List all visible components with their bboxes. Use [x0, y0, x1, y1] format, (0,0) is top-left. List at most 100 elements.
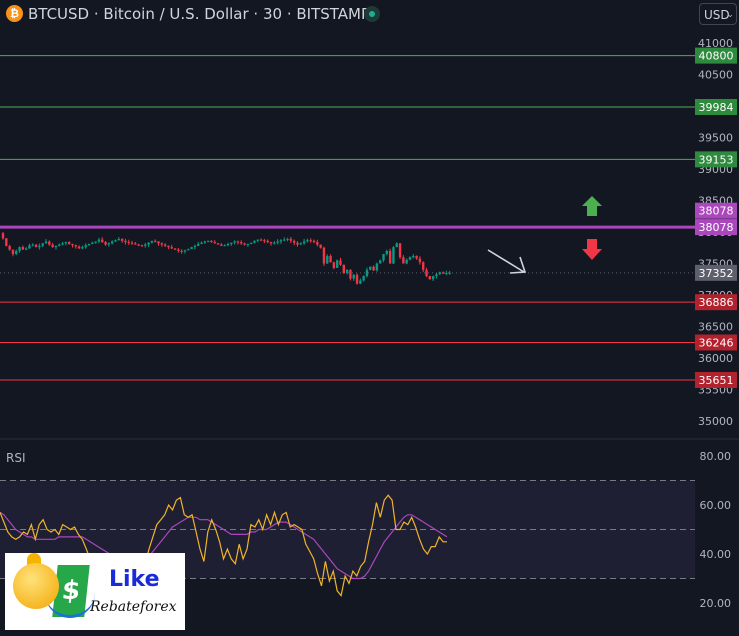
candle-body — [28, 245, 31, 249]
candle-body — [104, 242, 107, 245]
candle — [405, 258, 408, 265]
candle-body — [64, 242, 68, 244]
candle-body — [402, 257, 405, 264]
candle — [193, 244, 197, 250]
candle — [286, 237, 289, 242]
candle-body — [263, 240, 266, 242]
candle — [1, 232, 5, 240]
arrow-up-icon[interactable] — [582, 196, 602, 216]
current-price-label: 37352 — [699, 267, 734, 280]
rsi-axis-tick: 60.00 — [700, 499, 732, 512]
rsi-axis-tick: 80.00 — [700, 450, 732, 463]
candle — [144, 242, 147, 248]
candle — [117, 237, 121, 241]
trend-arrow-icon[interactable] — [487, 249, 527, 274]
candle-body — [236, 241, 240, 243]
candle — [263, 238, 266, 244]
candle — [187, 248, 190, 251]
candle-body — [74, 245, 77, 247]
candle — [398, 243, 402, 260]
candle-body — [187, 249, 190, 251]
candle — [101, 237, 104, 243]
watermark-logo: $ Like Rebateforex — [5, 553, 185, 630]
candle — [418, 256, 422, 265]
price-axis-tick: 36500 — [698, 321, 733, 334]
candle — [11, 249, 15, 257]
candle — [28, 243, 31, 249]
candle-body — [418, 258, 422, 263]
candle — [326, 254, 329, 264]
candle-body — [441, 272, 445, 274]
logo-subtitle: Rebateforex — [90, 599, 177, 615]
candle-body — [8, 245, 11, 250]
candle — [5, 238, 8, 247]
arrow-down-icon[interactable] — [582, 239, 602, 260]
candle — [213, 240, 216, 244]
main-pane: 3500035500360003650037000375003800038500… — [0, 37, 737, 428]
candle — [41, 243, 44, 247]
candle — [355, 273, 359, 285]
candle-body — [349, 269, 352, 279]
candle-body — [296, 242, 299, 245]
candle — [292, 239, 296, 246]
candle-body — [61, 243, 64, 245]
candle-body — [58, 244, 61, 246]
candle — [173, 248, 177, 251]
candle-body — [170, 247, 173, 249]
candle-body — [289, 238, 293, 241]
candle — [74, 244, 77, 249]
candle-body — [233, 241, 236, 243]
candle — [81, 245, 84, 250]
candle-body — [395, 243, 398, 248]
candle — [342, 264, 346, 274]
candle — [349, 269, 352, 281]
candle — [21, 245, 25, 250]
price-axis-tick: 39500 — [698, 132, 733, 145]
price-chart[interactable]: 3500035500360003650037000375003800038500… — [0, 0, 739, 636]
candle — [283, 237, 286, 242]
candle — [67, 241, 71, 245]
candle — [120, 238, 124, 243]
candle-body — [163, 244, 167, 246]
candle-body — [167, 245, 170, 248]
candle-body — [309, 240, 312, 242]
candle — [44, 239, 48, 244]
candle-body — [266, 240, 269, 243]
candle — [369, 266, 372, 271]
candle-body — [412, 255, 415, 258]
candle — [167, 245, 170, 250]
candle — [306, 238, 309, 243]
candle — [243, 242, 246, 246]
candle — [230, 242, 233, 246]
candle — [84, 243, 87, 249]
candle-body — [97, 239, 101, 242]
candle-body — [243, 243, 246, 245]
candle-body — [110, 241, 114, 244]
candle-body — [435, 274, 438, 277]
candle-body — [369, 266, 372, 270]
candle — [266, 239, 269, 244]
candle — [296, 241, 299, 247]
candle — [203, 240, 207, 244]
candle — [223, 244, 226, 247]
candle-body — [256, 239, 259, 241]
candle-body — [197, 243, 200, 246]
candle-body — [223, 245, 226, 247]
candle-body — [362, 276, 365, 281]
candle-body — [107, 243, 111, 245]
candle — [8, 244, 11, 251]
candle-body — [253, 240, 256, 243]
candle-body — [445, 272, 448, 274]
price-axis-tick: 36000 — [698, 352, 733, 365]
candle-body — [359, 280, 362, 284]
candle — [206, 240, 210, 243]
candle-body — [405, 259, 408, 264]
candle-body — [54, 245, 58, 248]
candle-body — [448, 272, 451, 274]
candle — [114, 239, 117, 243]
candle — [365, 267, 369, 278]
candle-body — [375, 263, 379, 271]
candle-body — [279, 240, 283, 242]
candle-body — [302, 241, 306, 244]
candle-body — [114, 240, 117, 242]
